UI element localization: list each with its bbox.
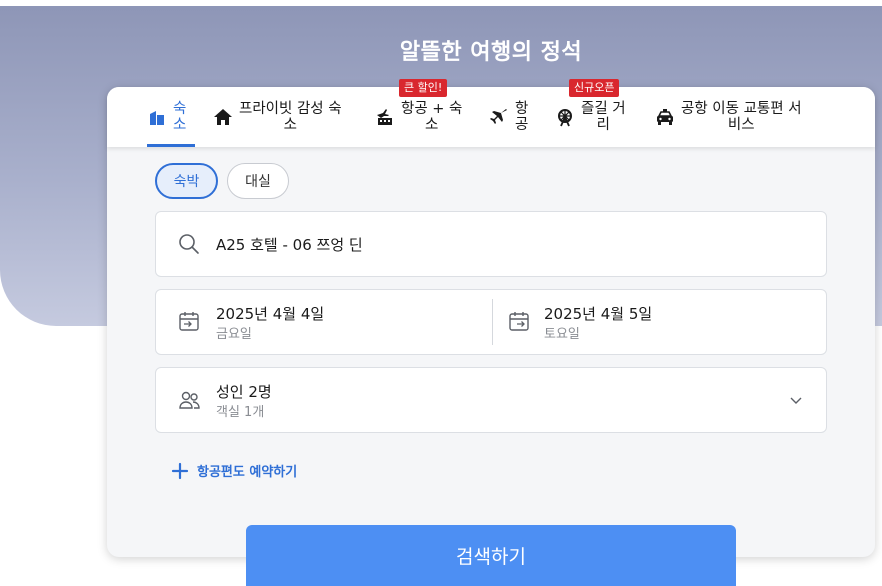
checkin-date: 2025년 4월 4일 [216, 305, 325, 323]
checkout-field[interactable]: 2025년 4월 5일 토요일 [493, 290, 827, 354]
tab-label: 공항 이동 교통편 서 비스 [681, 101, 802, 133]
checkin-field[interactable]: 2025년 4월 4일 금요일 [156, 290, 492, 354]
tab-label: 항 공 [515, 101, 529, 133]
search-icon [178, 233, 200, 255]
checkout-weekday: 토요일 [544, 327, 580, 342]
ferris-wheel-icon [555, 107, 575, 127]
tab-airport-transfer[interactable]: 공항 이동 교통편 서 비스 [655, 87, 831, 147]
calendar-in-icon [178, 310, 200, 332]
tab-label: 항공 + 숙 소 [401, 101, 463, 133]
stay-type-dayuse[interactable]: 대실 [227, 163, 289, 199]
chevron-down-icon [788, 392, 804, 408]
hotel-icon [147, 107, 167, 127]
people-icon [178, 389, 202, 411]
hero-title: 알뜰한 여행의 정석 [399, 40, 583, 65]
add-flight-label: 항공편도 예약하기 [197, 465, 298, 480]
product-tabs: 숙 소 프라이빗 감성 숙 소 항공 + 숙 소 큰 할인! 항 공 즐길 거 … [107, 79, 875, 147]
tab-label: 프라이빗 감성 숙 소 [239, 101, 342, 133]
car-icon [655, 107, 675, 127]
calendar-out-icon [508, 310, 530, 332]
destination-search-field[interactable]: A25 호텔 - 06 쯔엉 딘 [155, 211, 827, 277]
house-icon [213, 107, 233, 127]
search-card: 숙 소 프라이빗 감성 숙 소 항공 + 숙 소 큰 할인! 항 공 즐길 거 … [107, 79, 875, 557]
page: 알뜰한 여행의 정석 숙 소 프라이빗 감성 숙 소 항공 + 숙 소 큰 할인… [0, 0, 882, 586]
tab-activities[interactable]: 즐길 거 리 신규오픈 [555, 79, 639, 147]
flight-hotel-icon [375, 107, 395, 127]
add-flight-link[interactable]: 항공편도 예약하기 [171, 461, 297, 480]
date-range-field: 2025년 4월 4일 금요일 2025년 4월 5일 토요일 [155, 289, 827, 355]
adults-count: 성인 2명 [216, 383, 272, 401]
guests-rooms-field[interactable]: 성인 2명 객실 1개 [155, 367, 827, 433]
tab-flight-hotel[interactable]: 항공 + 숙 소 큰 할인! [375, 79, 471, 147]
tab-label: 즐길 거 리 [581, 101, 626, 133]
checkout-date: 2025년 4월 5일 [544, 305, 653, 323]
stay-type-overnight[interactable]: 숙박 [155, 163, 218, 199]
plus-icon [171, 462, 189, 480]
tab-stay[interactable]: 숙 소 [147, 87, 195, 147]
tab-private-stay[interactable]: 프라이빗 감성 숙 소 [213, 87, 363, 147]
tab-label: 숙 소 [173, 101, 187, 133]
discount-badge: 큰 할인! [399, 79, 448, 97]
tab-flight[interactable]: 항 공 [489, 87, 539, 147]
airplane-icon [489, 107, 509, 127]
search-button[interactable]: 검색하기 [246, 525, 736, 586]
rooms-count: 객실 1개 [216, 405, 265, 420]
new-open-badge: 신규오픈 [569, 79, 620, 97]
search-input-value[interactable]: A25 호텔 - 06 쯔엉 딘 [216, 234, 363, 255]
checkin-weekday: 금요일 [216, 327, 252, 342]
